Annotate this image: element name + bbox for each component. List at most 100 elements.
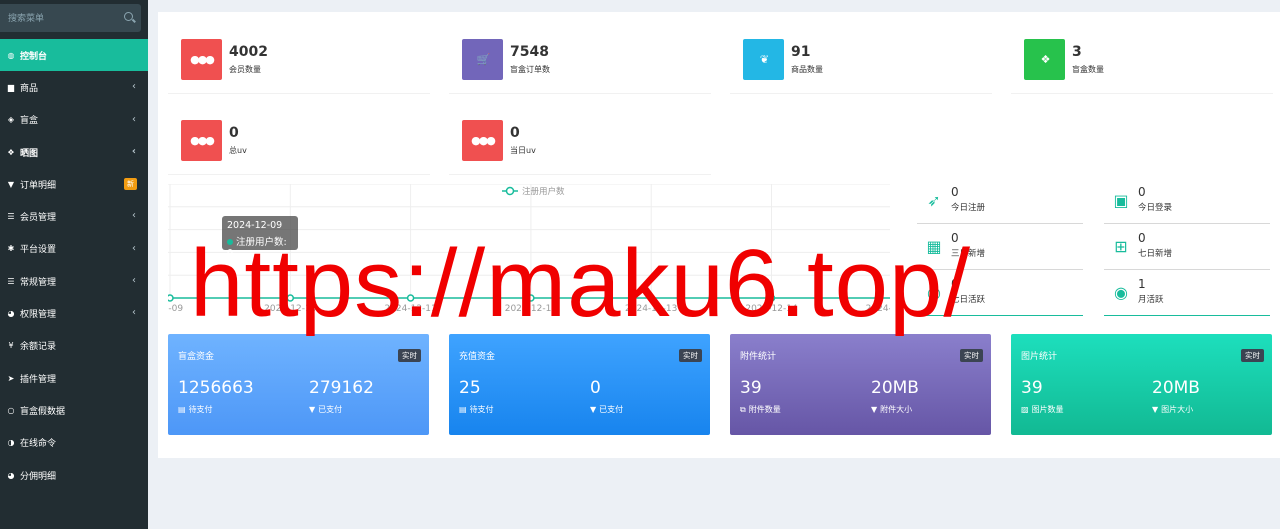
sidebar-menu: ◍ 控制台 ▆ 商品 ‹ ◈ 盲盒 ‹ ❖ 晒图 ‹ ▼ 订单明细 新 ☰ 会员管… xyxy=(0,39,148,491)
chevron-left-icon: ‹ xyxy=(132,113,136,125)
chevron-left-icon: ‹ xyxy=(132,242,136,254)
realtime-badge: 实时 xyxy=(398,349,421,362)
sidebar-item-6[interactable]: ✱ 平台设置 ‹ xyxy=(0,233,148,265)
sidebar-item-13[interactable]: ◕ 分佣明细 xyxy=(0,459,148,491)
card-value-primary: 25 xyxy=(459,378,481,398)
search-input[interactable]: 搜索菜单 xyxy=(8,11,44,24)
card-title: 充值资金 xyxy=(459,352,496,362)
stat-value: 91 xyxy=(791,44,811,60)
files-icon: ⧉ xyxy=(740,405,746,414)
cart-icon: 🛒 xyxy=(462,39,503,80)
sidebar-item-10[interactable]: ➤ 插件管理 xyxy=(0,362,148,394)
users-icon: ◕ xyxy=(7,470,15,480)
card-value-secondary: 0 xyxy=(590,378,601,398)
sidebar-item-9[interactable]: ¥ 余额记录 xyxy=(0,330,148,362)
sidebar-item-label: 平台设置 xyxy=(20,245,57,256)
card-label-secondary: ▼ 已支付 xyxy=(590,405,624,414)
sidebar-item-12[interactable]: ◑ 在线命令 xyxy=(0,427,148,459)
mini-stat-label: 月活跃 xyxy=(1138,295,1164,305)
sidebar-item-label: 商品 xyxy=(20,83,39,94)
mini-stat-value: 1 xyxy=(1138,277,1146,291)
card-value-secondary: 20MB xyxy=(1152,378,1200,398)
sidebar-item-label: 插件管理 xyxy=(20,374,57,385)
card-label-primary: ▤ 待支付 xyxy=(178,405,213,414)
card-label-secondary: ▼ 图片大小 xyxy=(1152,405,1194,414)
card-label-secondary: ▼ 附件大小 xyxy=(871,405,913,414)
sidebar-item-label: 订单明细 xyxy=(20,180,57,191)
chevron-left-icon: ‹ xyxy=(132,307,136,319)
sidebar-item-label: 常规管理 xyxy=(20,277,57,288)
stat-label: 会员数量 xyxy=(229,65,261,74)
stat-tile: ❖ 3 盲盒数量 xyxy=(1011,16,1273,94)
sidebar-item-label: 余额记录 xyxy=(20,342,57,353)
sidebar-item-0[interactable]: ◍ 控制台 xyxy=(0,39,148,72)
mini-stat-value: 0 xyxy=(951,185,959,199)
stat-value: 0 xyxy=(510,125,520,141)
realtime-badge: 实时 xyxy=(1241,349,1264,362)
vcard-icon: ▣ xyxy=(1113,191,1129,210)
stat-value: 0 xyxy=(229,125,239,141)
stat-tile: ❦ 91 商品数量 xyxy=(730,16,992,94)
sidebar-item-11[interactable]: ○ 盲盒假数据 xyxy=(0,394,148,426)
list-icon: ☰ xyxy=(7,276,15,286)
top-strip xyxy=(148,0,1280,12)
sidebar-item-1[interactable]: ▆ 商品 ‹ xyxy=(0,71,148,103)
chevron-left-icon: ‹ xyxy=(131,145,136,157)
sidebar-item-label: 分佣明细 xyxy=(20,471,57,482)
sidebar-item-8[interactable]: ◕ 权限管理 ‹ xyxy=(0,297,148,329)
stat-value: 4002 xyxy=(229,44,268,60)
stat-label: 商品数量 xyxy=(791,65,823,74)
summary-card: 盲盒资金 实时 1256663 279162 ▤ 待支付 ▼ 已支付 xyxy=(168,334,429,435)
legend-label: 注册用户数 xyxy=(522,186,565,197)
mini-stat-value: 0 xyxy=(1138,231,1146,245)
chevron-left-icon: ‹ xyxy=(132,210,136,222)
dropbox-icon: ❖ xyxy=(7,147,15,157)
stat-tile: ●●● 0 总uv xyxy=(168,97,430,175)
stat-value: 3 xyxy=(1072,44,1082,60)
data-point[interactable] xyxy=(168,294,174,302)
adjust-icon: ◑ xyxy=(7,438,15,448)
user-circle-icon: ◉ xyxy=(1114,283,1128,302)
summary-card: 附件统计 实时 39 20MB ⧉ 附件数量 ▼ 附件大小 xyxy=(730,334,991,435)
filter-icon: ▼ xyxy=(871,405,878,414)
stat-label: 总uv xyxy=(229,146,247,155)
stat-tile: ●●● 4002 会员数量 xyxy=(168,16,430,94)
card-value-primary: 39 xyxy=(1021,378,1043,398)
filter-icon: ▼ xyxy=(1152,405,1159,414)
calendar-plus-icon: ⊞ xyxy=(1114,237,1128,256)
cart-icon: ▼ xyxy=(7,179,15,189)
stat-label: 盲盒数量 xyxy=(1072,65,1104,74)
card-label-primary: ▨ 图片数量 xyxy=(1021,405,1064,414)
sidebar: 搜索菜单 ◍ 控制台 ▆ 商品 ‹ ◈ 盲盒 ‹ ❖ 晒图 ‹ ▼ 订单明细 新… xyxy=(0,0,148,529)
watermark-url: https://maku6.top/ xyxy=(190,230,972,337)
sidebar-item-2[interactable]: ◈ 盲盒 ‹ xyxy=(0,104,148,136)
search-icon[interactable] xyxy=(124,12,133,21)
mini-stat: ⊞ 0 七日新增 xyxy=(1104,230,1270,270)
dropbox-icon: ❖ xyxy=(1024,39,1065,80)
realtime-badge: 实时 xyxy=(960,349,983,362)
mini-stat: ➶ 0 今日注册 xyxy=(917,184,1083,224)
rocket-icon: ➤ xyxy=(7,373,15,383)
users-icon: ●●● xyxy=(181,39,222,80)
filter-icon: ▼ xyxy=(590,405,597,414)
stat-tile: ●●● 0 当日uv xyxy=(449,97,711,175)
card-label-primary: ⧉ 附件数量 xyxy=(740,405,781,414)
cube-icon: ◈ xyxy=(7,115,15,125)
list-icon: ☰ xyxy=(7,212,15,222)
database-icon: ▤ xyxy=(178,405,186,414)
sidebar-item-5[interactable]: ☰ 会员管理 ‹ xyxy=(0,200,148,232)
mini-stat-label: 今日注册 xyxy=(951,203,986,213)
sidebar-item-7[interactable]: ☰ 常规管理 ‹ xyxy=(0,265,148,297)
leaf-icon: ❦ xyxy=(743,39,784,80)
sidebar-item-label: 盲盒假数据 xyxy=(20,406,66,417)
stat-tile: 🛒 7548 盲盒订单数 xyxy=(449,16,711,94)
image-icon: ▨ xyxy=(1021,405,1029,414)
circle-icon: ○ xyxy=(7,405,15,415)
card-title: 图片统计 xyxy=(1021,352,1058,362)
sidebar-item-3[interactable]: ❖ 晒图 ‹ xyxy=(0,136,148,168)
card-value-primary: 1256663 xyxy=(178,378,254,398)
sidebar-search[interactable]: 搜索菜单 xyxy=(0,4,141,32)
users-icon: ●●● xyxy=(181,120,222,161)
sidebar-item-4[interactable]: ▼ 订单明细 新 xyxy=(0,168,148,200)
sidebar-item-label: 控制台 xyxy=(20,51,48,62)
